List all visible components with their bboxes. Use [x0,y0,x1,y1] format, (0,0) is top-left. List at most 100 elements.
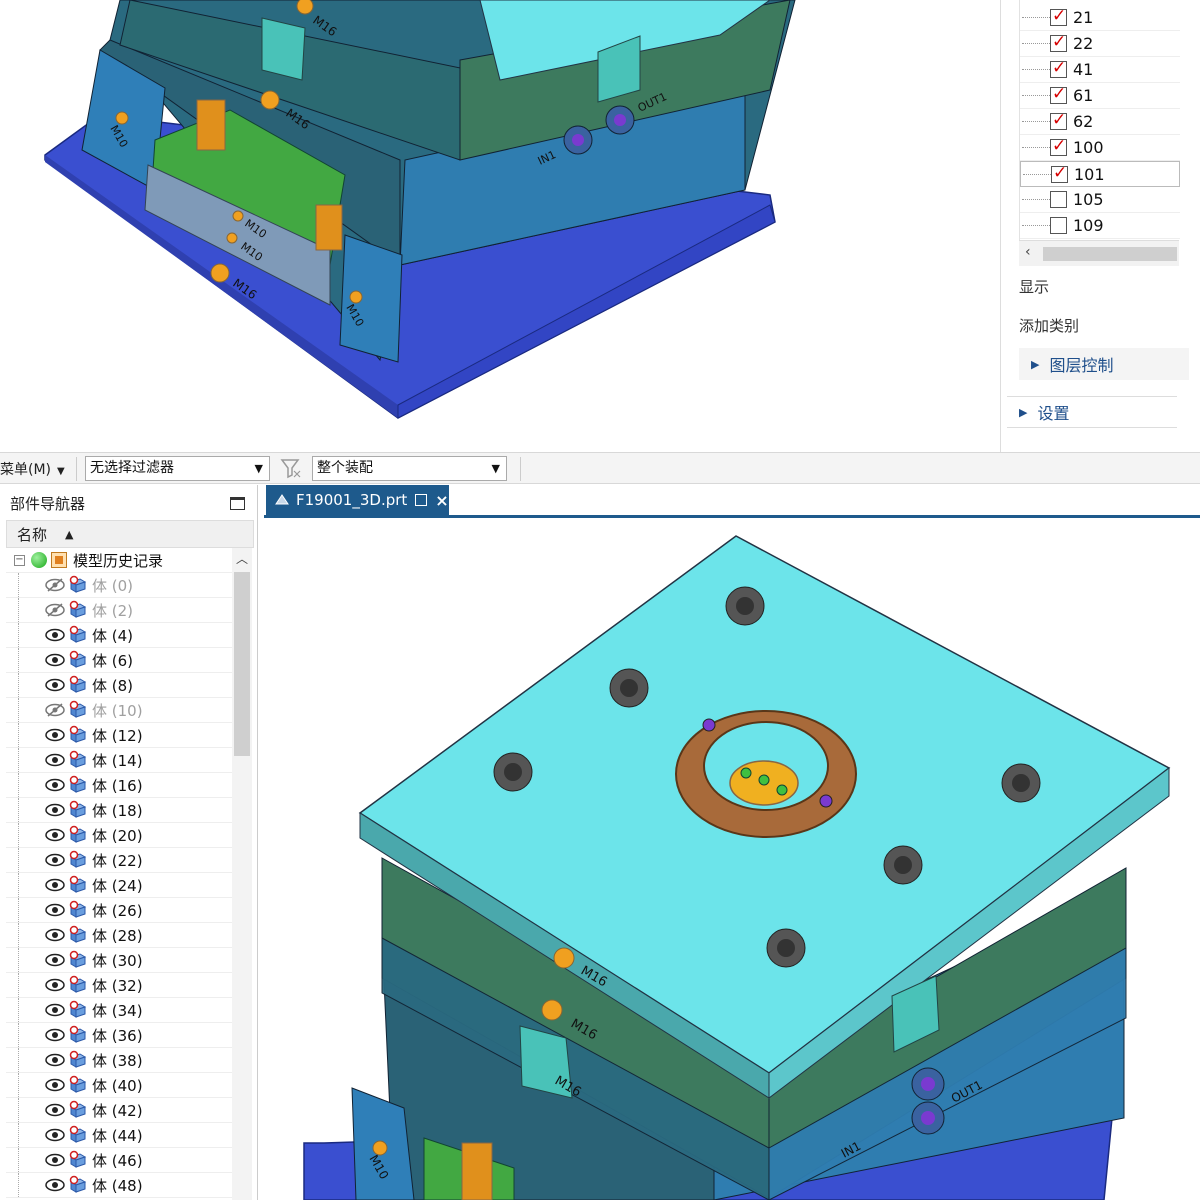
navigator-column-header[interactable]: 名称 ▲ [6,520,254,548]
body-label: 体 (44) [92,1126,143,1145]
body-node[interactable]: 体 (2) [6,598,232,623]
add-category-label[interactable]: 添加类别 [1019,315,1079,336]
body-node[interactable]: 体 (30) [6,948,232,973]
eye-visible-icon[interactable] [44,1028,66,1042]
eye-visible-icon[interactable] [44,628,66,642]
scroll-thumb[interactable] [234,572,250,756]
body-node[interactable]: 体 (40) [6,1073,232,1098]
body-node[interactable]: 体 (46) [6,1148,232,1173]
settings-section[interactable]: ▶ 设置 [1007,396,1177,428]
eye-visible-icon[interactable] [44,653,66,667]
eye-visible-icon[interactable] [44,828,66,842]
filter-funnel-icon[interactable] [280,457,304,479]
body-node[interactable]: 体 (24) [6,873,232,898]
eye-visible-icon[interactable] [44,1178,66,1192]
model-history-node[interactable]: − 模型历史记录 [6,548,232,573]
body-node[interactable]: 体 (48) [6,1173,232,1198]
layer-checkbox-101[interactable] [1051,163,1068,183]
body-node[interactable]: 体 (26) [6,898,232,923]
layer-checkbox-41[interactable] [1050,58,1067,78]
eye-visible-icon[interactable] [44,778,66,792]
top-graphics-viewport[interactable]: M16 M16 M10 M10 M16 M10 M10 IN1 OUT1 [0,0,1000,452]
body-node[interactable]: 体 (38) [6,1048,232,1073]
body-node[interactable]: 体 (20) [6,823,232,848]
layer-control-section[interactable]: ▶ 图层控制 [1019,348,1189,380]
body-node[interactable]: 体 (22) [6,848,232,873]
part-file-icon [275,494,289,505]
body-node[interactable]: 体 (34) [6,998,232,1023]
layer-row-22[interactable]: 22 [1020,31,1180,57]
assembly-scope-dropdown[interactable]: 整个装配 ▼ [312,456,507,481]
chevron-left-icon[interactable]: ‹ [1025,244,1031,260]
display-label: 显示 [1019,278,1050,296]
eye-visible-icon[interactable] [44,928,66,942]
body-node[interactable]: 体 (42) [6,1098,232,1123]
eye-visible-icon[interactable] [44,728,66,742]
body-node[interactable]: 体 (0) [6,573,232,598]
eye-visible-icon[interactable] [44,853,66,867]
body-node[interactable]: 体 (12) [6,723,232,748]
eye-visible-icon[interactable] [44,978,66,992]
navigator-vscrollbar[interactable]: ︿ [232,548,252,1200]
eye-visible-icon[interactable] [44,678,66,692]
layer-row-101[interactable]: 101 [1020,161,1180,187]
eye-visible-icon[interactable] [44,1103,66,1117]
layer-checkbox-61[interactable] [1050,84,1067,104]
popout-icon[interactable] [415,494,428,506]
body-node[interactable]: 体 (28) [6,923,232,948]
layer-row-109[interactable]: 109 [1020,213,1180,239]
layer-row-62[interactable]: 62 [1020,109,1180,135]
scroll-thumb[interactable] [1043,247,1177,261]
layer-row-100[interactable]: 100 [1020,135,1180,161]
body-node[interactable]: 体 (14) [6,748,232,773]
tab-part-file[interactable]: F19001_3D.prt × [266,485,449,515]
collapse-icon[interactable]: − [14,554,25,566]
layer-row-21[interactable]: 21 [1020,5,1180,31]
layer-checkbox-21[interactable] [1050,6,1067,26]
eye-visible-icon[interactable] [44,878,66,892]
eye-visible-icon[interactable] [44,1078,66,1092]
eye-visible-icon[interactable] [44,1128,66,1142]
body-node[interactable]: 体 (18) [6,798,232,823]
body-node[interactable]: 体 (16) [6,773,232,798]
close-icon[interactable]: × [435,491,448,510]
maximize-icon[interactable] [230,497,245,510]
layer-checkbox-100[interactable] [1050,136,1067,156]
main-graphics-viewport[interactable]: M16 M16 M16 M10 IN1 OUT1 [264,518,1200,1200]
layer-checkbox-109[interactable] [1050,217,1067,234]
eye-hidden-icon[interactable] [44,578,66,592]
body-label: 体 (22) [92,851,143,870]
body-node[interactable]: 体 (44) [6,1123,232,1148]
body-node[interactable]: 体 (8) [6,673,232,698]
eye-hidden-icon[interactable] [44,703,66,717]
layer-row-61[interactable]: 61 [1020,83,1180,109]
graphics-window: F19001_3D.prt × M16 M16 M16 M10 IN1 OUT1 [264,485,1200,1200]
body-node[interactable]: 体 (36) [6,1023,232,1048]
navigator-tree[interactable]: − 模型历史记录 体 (0) 体 (2) 体 (4) 体 (6) 体 (8) 体… [6,548,232,1200]
body-node[interactable]: 体 (6) [6,648,232,673]
layer-checkbox-62[interactable] [1050,110,1067,130]
layer-row-41[interactable]: 41 [1020,57,1180,83]
eye-visible-icon[interactable] [44,803,66,817]
solid-body-icon [69,1000,87,1018]
eye-hidden-icon[interactable] [44,603,66,617]
body-node[interactable]: 体 (10) [6,698,232,723]
layer-checkbox-22[interactable] [1050,32,1067,52]
body-node[interactable]: 体 (4) [6,623,232,648]
chevron-up-icon[interactable]: ︿ [236,550,248,567]
menu-label: 菜单(M) [0,462,52,478]
body-node[interactable]: 体 (32) [6,973,232,998]
layer-checkbox-105[interactable] [1050,191,1067,208]
layer-list-hscrollbar[interactable]: ‹ [1019,240,1179,266]
body-label: 体 (30) [92,951,143,970]
eye-visible-icon[interactable] [44,903,66,917]
body-label: 体 (6) [92,651,134,670]
eye-visible-icon[interactable] [44,953,66,967]
layer-row-105[interactable]: 105 [1020,187,1180,213]
eye-visible-icon[interactable] [44,1003,66,1017]
selection-filter-dropdown[interactable]: 无选择过滤器 ▼ [85,456,270,481]
menu-button[interactable]: 菜单(M) ▼ [0,459,65,479]
eye-visible-icon[interactable] [44,1053,66,1067]
eye-visible-icon[interactable] [44,1153,66,1167]
eye-visible-icon[interactable] [44,753,66,767]
